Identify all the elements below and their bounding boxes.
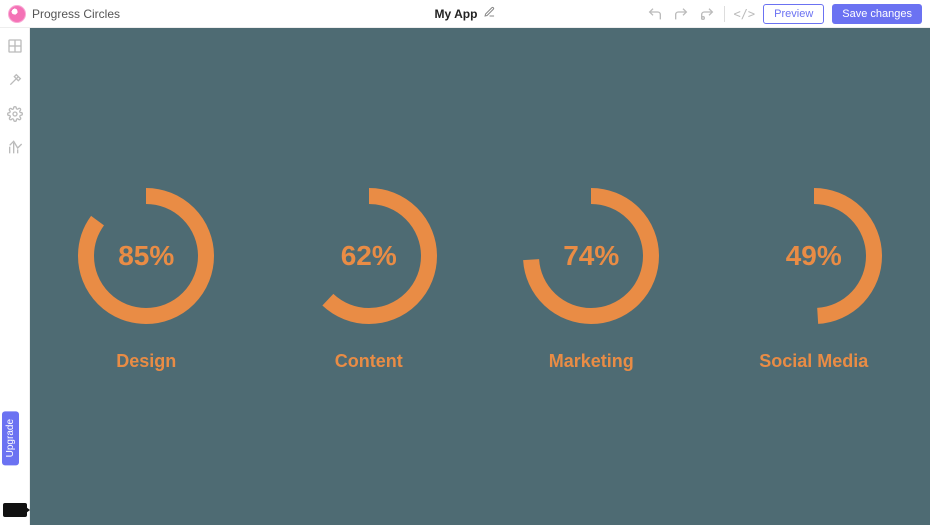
- code-toggle-icon[interactable]: </>: [733, 7, 755, 21]
- progress-label: Social Media: [759, 351, 868, 372]
- progress-ring: 85%: [71, 181, 221, 331]
- eyedropper-icon[interactable]: [7, 72, 23, 88]
- progress-label: Content: [335, 351, 403, 372]
- undo-icon[interactable]: [646, 5, 664, 23]
- chart-icon[interactable]: [7, 140, 23, 156]
- upgrade-button[interactable]: Upgrade: [2, 411, 19, 465]
- progress-circle[interactable]: 49% Social Media: [739, 181, 889, 372]
- progress-grid: 85% Design 62% Content 74% Marketing 49%…: [70, 181, 890, 372]
- progress-percent: 85%: [71, 181, 221, 331]
- sidebar: Upgrade: [0, 28, 30, 525]
- progress-ring: 62%: [294, 181, 444, 331]
- layout-icon[interactable]: [7, 38, 23, 54]
- progress-percent: 74%: [516, 181, 666, 331]
- progress-circle[interactable]: 85% Design: [71, 181, 221, 372]
- progress-circle[interactable]: 62% Content: [294, 181, 444, 372]
- progress-circle[interactable]: 74% Marketing: [516, 181, 666, 372]
- progress-label: Marketing: [549, 351, 634, 372]
- progress-ring: 49%: [739, 181, 889, 331]
- divider: [724, 6, 725, 22]
- progress-percent: 49%: [739, 181, 889, 331]
- progress-percent: 62%: [294, 181, 444, 331]
- save-button[interactable]: Save changes: [832, 4, 922, 24]
- topbar: Progress Circles My App </> Preview Save…: [0, 0, 930, 28]
- history-icon[interactable]: [698, 5, 716, 23]
- breadcrumb[interactable]: Progress Circles: [32, 7, 120, 21]
- device-indicator-icon[interactable]: [3, 503, 27, 517]
- app-name[interactable]: My App: [435, 7, 478, 21]
- preview-button[interactable]: Preview: [763, 4, 824, 24]
- progress-label: Design: [116, 351, 176, 372]
- canvas[interactable]: 85% Design 62% Content 74% Marketing 49%…: [30, 28, 930, 525]
- gear-icon[interactable]: [7, 106, 23, 122]
- app-logo-icon[interactable]: [8, 5, 26, 23]
- progress-ring: 74%: [516, 181, 666, 331]
- redo-icon[interactable]: [672, 5, 690, 23]
- pencil-icon[interactable]: [483, 6, 495, 21]
